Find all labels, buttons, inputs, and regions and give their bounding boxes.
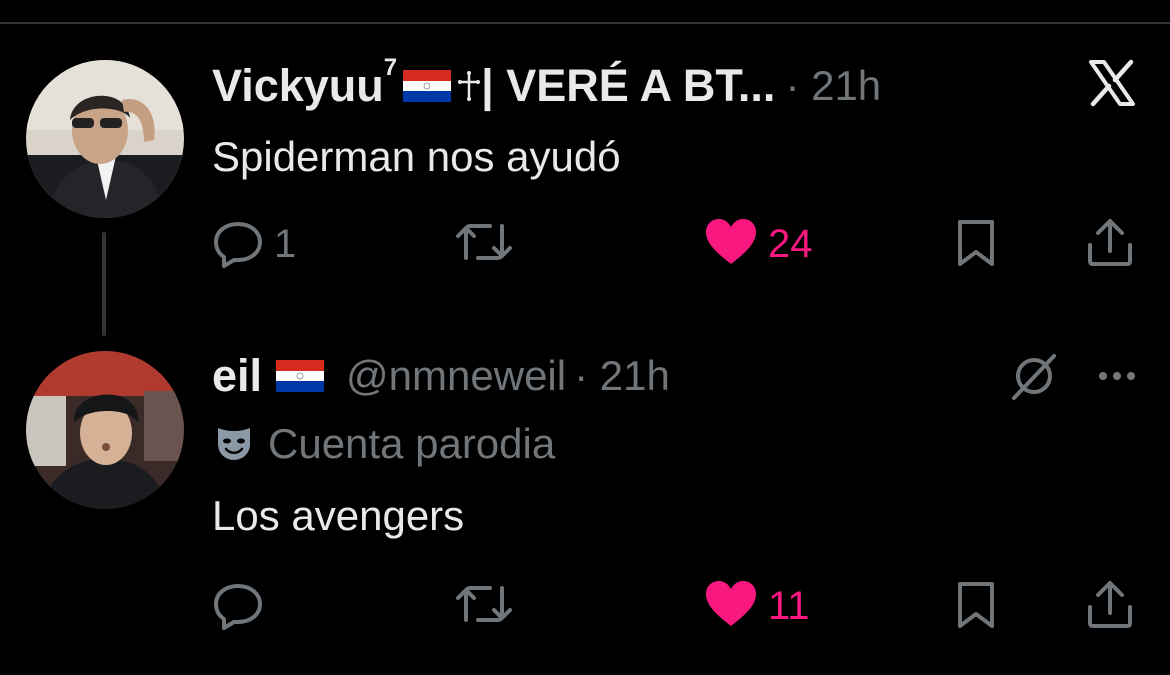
paraguay-flag-icon (276, 360, 325, 392)
bookmark-icon (954, 578, 998, 635)
display-name[interactable]: eil (212, 350, 262, 402)
top-divider (0, 22, 1170, 24)
like-button[interactable]: 24 (704, 214, 813, 274)
avatar[interactable] (26, 351, 184, 509)
action-bar: 1 24 (212, 214, 1142, 274)
share-button[interactable] (1084, 214, 1136, 274)
reply-button[interactable]: 1 (212, 214, 296, 274)
reply-count: 1 (274, 221, 297, 266)
bookmark-icon (954, 216, 998, 273)
theater-mask-icon (212, 422, 256, 466)
share-button[interactable] (1084, 576, 1136, 636)
reply-button[interactable] (212, 576, 264, 636)
tweet-text: Spiderman nos ayudó (212, 133, 621, 180)
thread-connector (102, 232, 106, 336)
action-bar: 11 (212, 576, 1142, 636)
avatar[interactable] (26, 60, 184, 218)
display-name[interactable]: Vickyuu (212, 60, 384, 112)
cross-icon (457, 70, 481, 102)
retweet-button[interactable] (454, 576, 514, 636)
heart-icon (704, 217, 758, 272)
display-name-suffix[interactable]: | VERÉ A BT... (481, 60, 775, 112)
timestamp[interactable]: · 21h (574, 352, 670, 400)
heart-icon (704, 579, 758, 634)
retweet-icon (454, 216, 514, 273)
like-button[interactable]: 11 (704, 576, 810, 636)
more-options-icon[interactable] (1095, 368, 1143, 384)
handle[interactable]: @nmneweil (346, 352, 566, 400)
grok-icon[interactable] (1008, 350, 1060, 402)
like-count: 11 (768, 583, 810, 628)
reply-icon (212, 216, 264, 273)
parody-text: Cuenta parodia (268, 420, 556, 467)
retweet-icon (454, 578, 514, 635)
retweet-button[interactable] (454, 214, 514, 274)
bookmark-button[interactable] (954, 214, 998, 274)
timestamp[interactable]: · 21h (785, 62, 881, 110)
parody-label: Cuenta parodia (212, 420, 555, 468)
reply-icon (212, 578, 264, 635)
x-logo-icon[interactable] (1087, 58, 1137, 108)
share-icon (1084, 577, 1136, 636)
tweet-header: Vickyuu 7 | VERÉ A BT... · 21h (212, 54, 881, 114)
tweet-header: eil @nmneweil · 21h (212, 348, 670, 404)
paraguay-flag-icon (403, 70, 452, 102)
like-count: 24 (768, 221, 813, 266)
tweet-text: Los avengers (212, 492, 465, 539)
bookmark-button[interactable] (954, 576, 998, 636)
share-icon (1084, 215, 1136, 274)
display-name-superscript: 7 (383, 54, 398, 81)
